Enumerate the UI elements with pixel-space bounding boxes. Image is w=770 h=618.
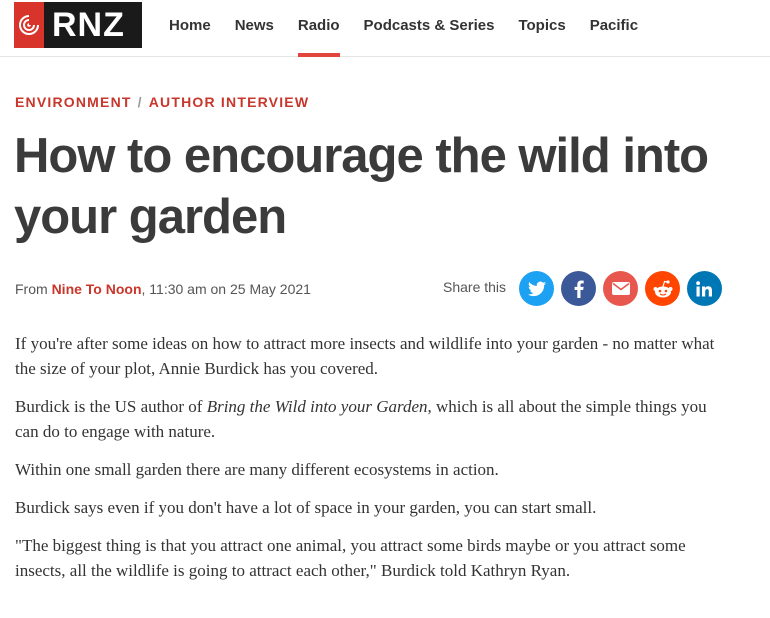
twitter-share-button[interactable] [519, 271, 554, 306]
logo-text: RNZ [52, 6, 125, 44]
paragraph-4: Burdick says even if you don't have a lo… [15, 498, 597, 517]
email-icon [611, 282, 630, 295]
meta-from-label: From [15, 281, 48, 297]
paragraph-2-text-a: Burdick is the US author of [15, 397, 207, 416]
breadcrumb: Environment / Author Interview [15, 94, 309, 110]
paragraph-3: Within one small garden there are many d… [15, 460, 499, 479]
rnz-logo-mark-icon [14, 2, 44, 48]
linkedin-icon [696, 280, 712, 296]
email-share-button[interactable] [603, 271, 638, 306]
facebook-share-button[interactable] [561, 271, 596, 306]
book-title: Bring the Wild into your Garden [206, 397, 428, 416]
share-label: Share this [443, 279, 507, 295]
reddit-icon [653, 279, 672, 297]
twitter-icon [527, 281, 546, 296]
breadcrumb-author-interview[interactable]: Author Interview [149, 94, 310, 110]
nav-home[interactable]: Home [169, 0, 211, 56]
article-body: If you're after some ideas on how to att… [15, 331, 725, 596]
reddit-share-button[interactable] [645, 271, 680, 306]
meta-datetime: , 11:30 am on 25 May 2021 [141, 281, 311, 297]
breadcrumb-environment[interactable]: Environment [15, 94, 132, 110]
rnz-logo[interactable]: RNZ [14, 2, 142, 48]
nav-podcasts-series[interactable]: Podcasts & Series [364, 0, 495, 56]
main-nav: Home News Radio Podcasts & Series Topics… [169, 0, 662, 57]
facebook-icon [574, 279, 584, 298]
article-title: How to encourage the wild into your gard… [14, 129, 709, 244]
nav-topics[interactable]: Topics [518, 0, 565, 56]
paragraph-5: "The biggest thing is that you attract o… [15, 536, 686, 580]
nav-pacific[interactable]: Pacific [590, 0, 638, 56]
site-header: RNZ Home News Radio Podcasts & Series To… [0, 0, 770, 57]
article-meta: From Nine To Noon, 11:30 am on 25 May 20… [15, 281, 311, 297]
breadcrumb-separator: / [137, 94, 143, 110]
nav-radio[interactable]: Radio [297, 0, 340, 57]
nav-news[interactable]: News [235, 0, 274, 56]
share-buttons [519, 271, 729, 306]
paragraph-2: Burdick is the US author of Bring the Wi… [15, 394, 725, 444]
linkedin-share-button[interactable] [687, 271, 722, 306]
program-link[interactable]: Nine To Noon [52, 281, 142, 297]
paragraph-1: If you're after some ideas on how to att… [15, 334, 715, 378]
